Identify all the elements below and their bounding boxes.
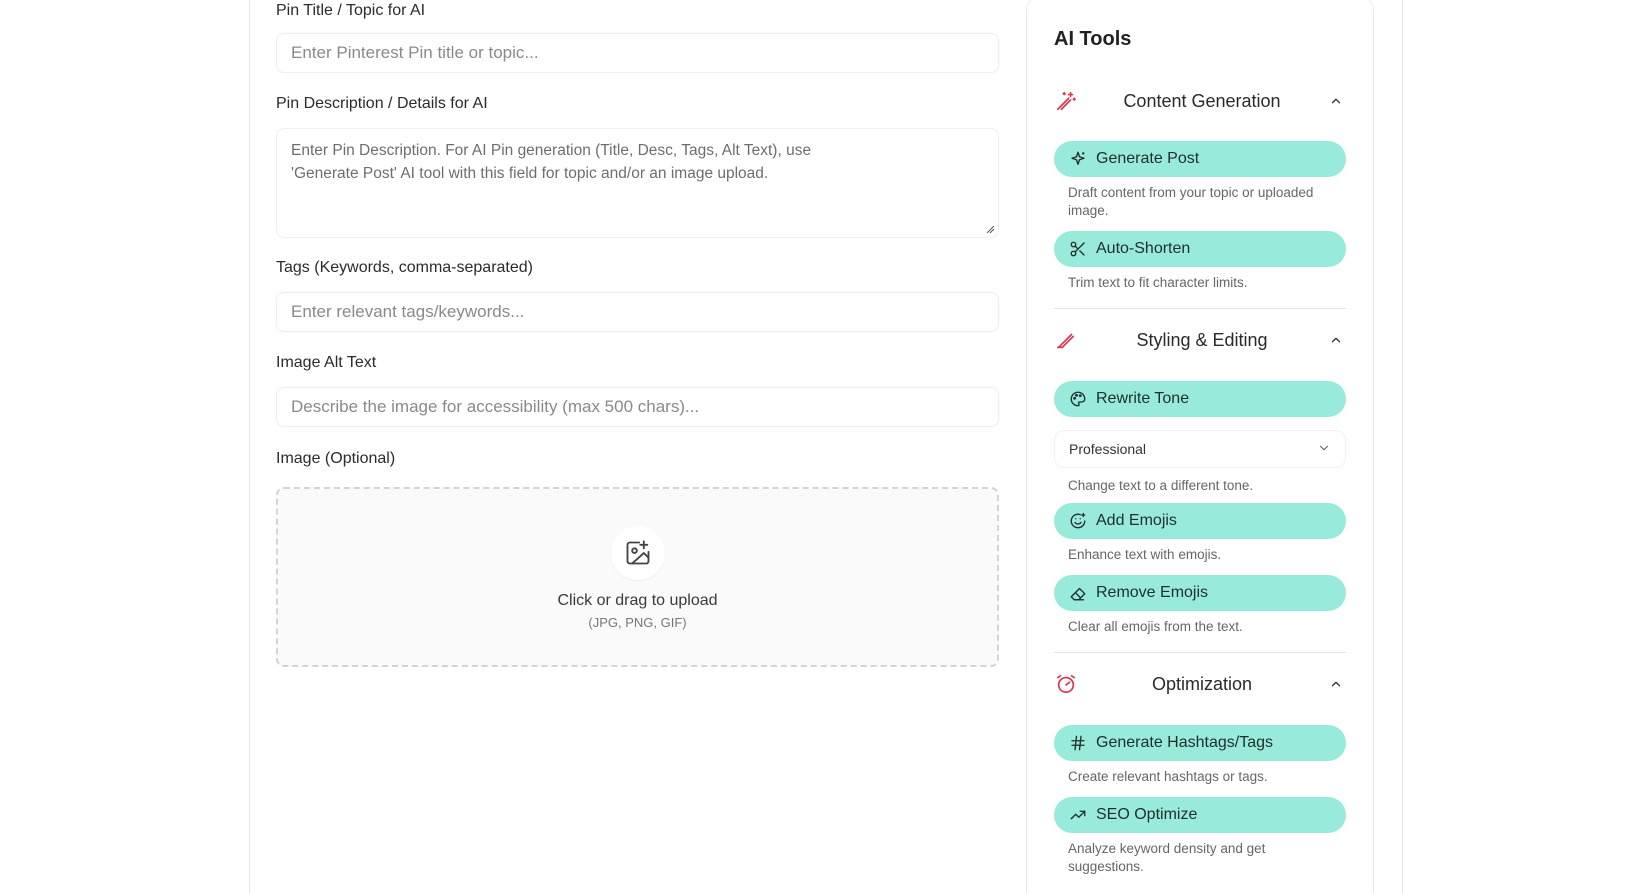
upload-icon-circle — [610, 526, 665, 580]
rewrite-tone-description: Change text to a different tone. — [1068, 478, 1254, 493]
pen-icon — [1054, 328, 1078, 352]
generate-hashtags-button[interactable]: Generate Hashtags/Tags — [1054, 725, 1346, 761]
scissors-icon — [1068, 239, 1088, 259]
pin-title-label: Pin Title / Topic for AI — [276, 2, 426, 19]
section-title-optimization: Optimization — [1151, 673, 1253, 694]
rewrite-tone-label: Rewrite Tone — [1096, 390, 1190, 407]
tags-label: Tags (Keywords, comma-separated) — [276, 259, 533, 276]
section-header-optimization[interactable]: Optimization — [1054, 666, 1346, 702]
eraser-icon — [1068, 583, 1088, 603]
trending-up-icon — [1068, 805, 1088, 825]
upload-formats: (JPG, PNG, GIF) — [588, 615, 687, 630]
generate-post-button[interactable]: Generate Post — [1054, 141, 1346, 177]
image-upload-dropzone[interactable]: Click or drag to upload (JPG, PNG, GIF) — [276, 487, 999, 667]
upload-title: Click or drag to upload — [557, 592, 718, 609]
tone-select[interactable]: Professional — [1054, 430, 1346, 468]
generate-hashtags-description: Create relevant hashtags or tags. — [1068, 769, 1268, 784]
add-emojis-description: Enhance text with emojis. — [1068, 547, 1222, 562]
add-emojis-button[interactable]: Add Emojis — [1054, 503, 1346, 539]
tone-select-value: Professional — [1069, 441, 1147, 457]
generate-post-label: Generate Post — [1096, 150, 1200, 167]
ai-tools-title: AI Tools — [1054, 28, 1132, 50]
chevron-down-icon — [1317, 441, 1331, 458]
pin-description-textarea[interactable]: Enter Pin Description. For AI Pin genera… — [276, 128, 999, 238]
remove-emojis-description: Clear all emojis from the text. — [1068, 619, 1243, 634]
pin-description-label: Pin Description / Details for AI — [276, 95, 488, 112]
seo-optimize-description: Analyze keyword density and get suggesti… — [1068, 841, 1266, 874]
description-placeholder-line1: Enter Pin Description. For AI Pin genera… — [291, 142, 812, 159]
gauge-icon — [1054, 672, 1078, 696]
seo-optimize-label: SEO Optimize — [1096, 806, 1198, 823]
alt-text-input[interactable]: Describe the image for accessibility (ma… — [276, 387, 999, 427]
image-label: Image (Optional) — [276, 450, 396, 467]
rewrite-tone-button[interactable]: Rewrite Tone — [1054, 381, 1346, 417]
palette-icon — [1068, 389, 1088, 409]
chevron-up-icon[interactable] — [1326, 330, 1346, 350]
section-title-styling-editing: Styling & Editing — [1136, 329, 1268, 350]
hash-icon — [1068, 733, 1088, 753]
chevron-up-icon[interactable] — [1326, 674, 1346, 694]
smile-plus-icon — [1068, 511, 1088, 531]
pin-title-input[interactable]: Enter Pinterest Pin title or topic... — [276, 33, 999, 73]
generate-post-description: Draft content from your topic or uploade… — [1068, 185, 1314, 218]
seo-optimize-button[interactable]: SEO Optimize — [1054, 797, 1346, 833]
section-divider — [1054, 308, 1346, 309]
alt-text-label: Image Alt Text — [276, 354, 377, 371]
generate-hashtags-label: Generate Hashtags/Tags — [1096, 734, 1273, 751]
section-header-content-generation[interactable]: Content Generation — [1054, 83, 1346, 119]
section-header-styling-editing[interactable]: Styling & Editing — [1054, 322, 1346, 358]
tags-input[interactable]: Enter relevant tags/keywords... — [276, 292, 999, 332]
magic-wand-icon — [1054, 89, 1078, 113]
section-divider — [1054, 652, 1346, 653]
section-title-content-generation: Content Generation — [1123, 90, 1281, 111]
remove-emojis-button[interactable]: Remove Emojis — [1054, 575, 1346, 611]
remove-emojis-label: Remove Emojis — [1096, 584, 1209, 601]
image-plus-icon — [626, 540, 649, 565]
auto-shorten-label: Auto-Shorten — [1096, 240, 1191, 257]
chevron-up-icon[interactable] — [1326, 91, 1346, 111]
sparkles-icon — [1068, 149, 1088, 169]
page: Pin Title / Topic for AI Enter Pinterest… — [0, 0, 1631, 893]
description-placeholder-line2: 'Generate Post' AI tool with this field … — [291, 165, 769, 182]
resize-grip-icon[interactable] — [985, 224, 995, 234]
auto-shorten-button[interactable]: Auto-Shorten — [1054, 231, 1346, 267]
auto-shorten-description: Trim text to fit character limits. — [1068, 275, 1248, 290]
add-emojis-label: Add Emojis — [1096, 512, 1177, 529]
